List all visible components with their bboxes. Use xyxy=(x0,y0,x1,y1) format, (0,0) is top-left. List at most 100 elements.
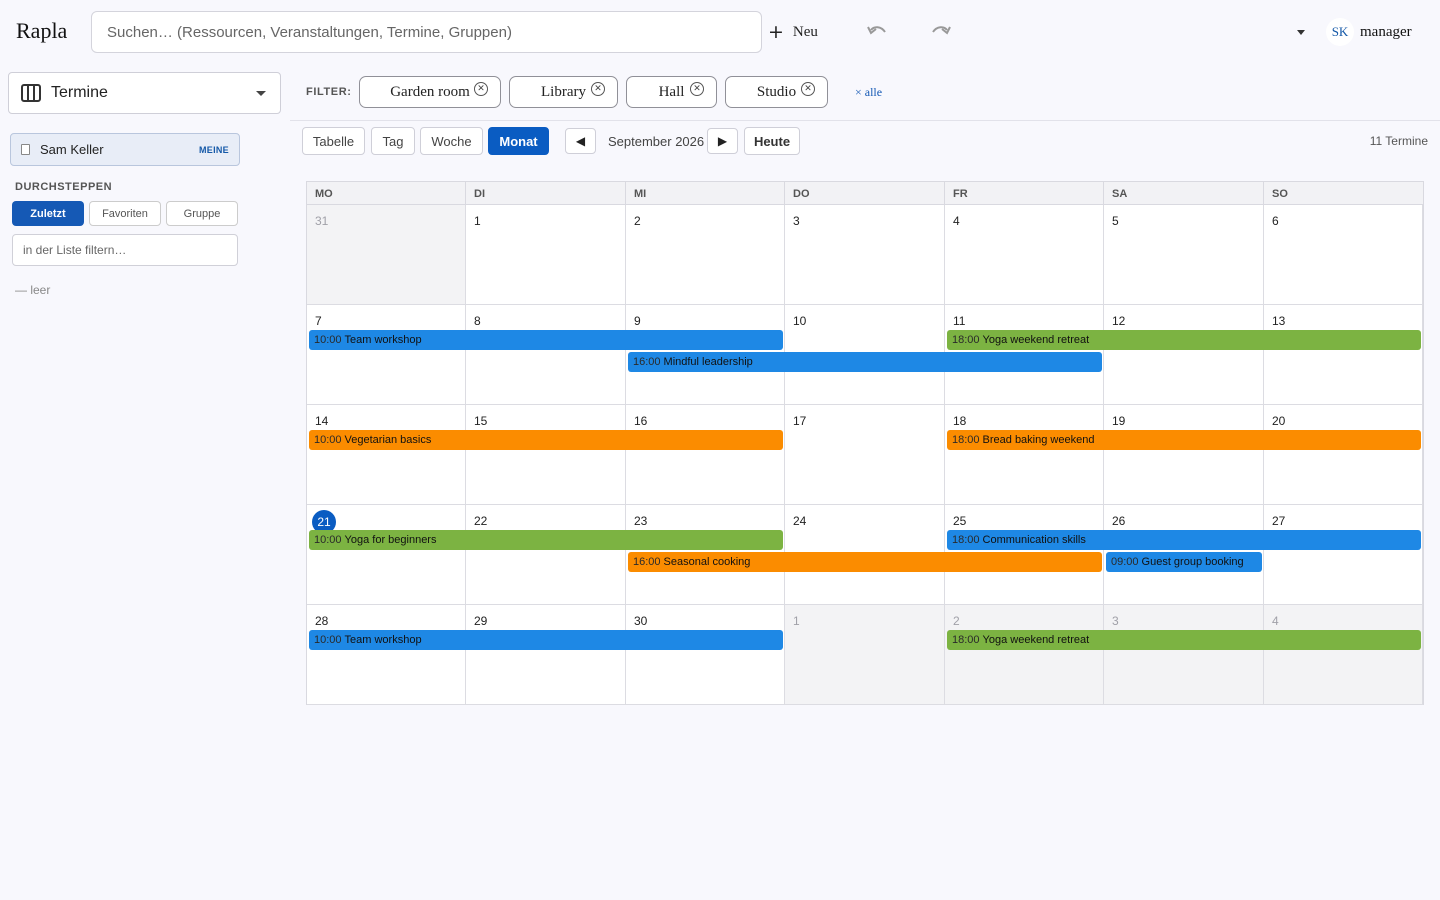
list-filter-input[interactable] xyxy=(12,234,238,266)
view-month-button[interactable]: Monat xyxy=(488,127,549,155)
segment-group[interactable]: Gruppe xyxy=(166,201,238,226)
weekday-header: MO xyxy=(307,182,466,205)
close-icon[interactable]: ✕ xyxy=(801,82,815,96)
day-cell[interactable]: 6 xyxy=(1264,205,1423,305)
redo-button[interactable] xyxy=(928,20,954,44)
event-bar[interactable]: 16:00 Seasonal cooking xyxy=(628,552,1102,572)
day-cell[interactable]: 28 xyxy=(307,605,466,705)
event-bar[interactable]: 18:00 Communication skills xyxy=(947,530,1421,550)
day-number: 2 xyxy=(634,214,641,228)
day-number: 30 xyxy=(634,614,648,628)
day-cell[interactable]: 4 xyxy=(1264,605,1423,705)
event-title: Mindful leadership xyxy=(663,356,753,368)
day-number: 1 xyxy=(474,214,481,228)
filter-chip-garden-room[interactable]: Garden room ✕ xyxy=(359,76,501,108)
view-day-button[interactable]: Tag xyxy=(371,127,415,155)
filter-chip-library[interactable]: Library ✕ xyxy=(509,76,618,108)
weekday-header: SO xyxy=(1264,182,1423,205)
close-icon[interactable]: ✕ xyxy=(690,82,704,96)
today-button[interactable]: Heute xyxy=(744,127,800,155)
day-cell[interactable]: 15 xyxy=(466,405,626,505)
day-number: 25 xyxy=(953,514,967,528)
prev-period-button[interactable]: ◀ xyxy=(565,128,596,154)
day-number: 9 xyxy=(634,314,641,328)
day-cell[interactable]: 16 xyxy=(626,405,785,505)
segment-favorites[interactable]: Favoriten xyxy=(89,201,161,226)
day-number: 31 xyxy=(315,214,329,228)
day-number: 14 xyxy=(315,414,329,428)
menu-caret-button[interactable] xyxy=(1293,24,1309,40)
event-title: Yoga weekend retreat xyxy=(982,634,1090,646)
day-cell[interactable]: 8 xyxy=(466,305,626,405)
event-bar[interactable]: 10:00 Vegetarian basics xyxy=(309,430,783,450)
filter-chip-hall[interactable]: Hall ✕ xyxy=(626,76,717,108)
event-bar[interactable]: 10:00 Team workshop xyxy=(309,330,783,350)
day-cell[interactable]: 5 xyxy=(1104,205,1264,305)
day-cell[interactable]: 1 xyxy=(785,605,945,705)
day-number: 12 xyxy=(1112,314,1126,328)
day-cell[interactable]: 7 xyxy=(307,305,466,405)
event-bar[interactable]: 10:00 Yoga for beginners xyxy=(309,530,783,550)
owner-filter-chip[interactable]: Sam Keller MEINE xyxy=(10,133,240,166)
day-cell[interactable]: 12 xyxy=(1104,305,1264,405)
close-icon[interactable]: ✕ xyxy=(591,82,605,96)
event-bar[interactable]: 16:00 Mindful leadership xyxy=(628,352,1102,372)
day-number: 18 xyxy=(953,414,967,428)
undo-button[interactable] xyxy=(864,20,890,44)
event-title: Guest group booking xyxy=(1141,556,1244,568)
day-cell[interactable]: 31 xyxy=(307,205,466,305)
event-bar[interactable]: 09:00 Guest group booking xyxy=(1106,552,1262,572)
section-title: DURCHSTEPPEN xyxy=(15,181,113,193)
day-cell[interactable]: 29 xyxy=(466,605,626,705)
day-cell[interactable]: 3 xyxy=(785,205,945,305)
day-cell[interactable]: 2 xyxy=(945,605,1104,705)
day-cell[interactable]: 30 xyxy=(626,605,785,705)
columns-icon xyxy=(21,84,41,102)
event-bar[interactable]: 18:00 Yoga weekend retreat xyxy=(947,330,1421,350)
new-button[interactable]: + Neu xyxy=(768,20,818,44)
clear-all-filters-link[interactable]: × alle xyxy=(855,85,882,100)
day-cell[interactable]: 22 xyxy=(466,505,626,605)
view-table-button[interactable]: Tabelle xyxy=(302,127,365,155)
new-button-label: Neu xyxy=(792,23,818,40)
filter-chip-studio[interactable]: Studio ✕ xyxy=(725,76,828,108)
day-cell[interactable]: 13 xyxy=(1264,305,1423,405)
event-time: 10:00 xyxy=(314,334,342,346)
day-number: 6 xyxy=(1272,214,1279,228)
view-type-select[interactable]: Termine xyxy=(8,72,281,114)
day-cell[interactable]: 19 xyxy=(1104,405,1264,505)
event-bar[interactable]: 10:00 Team workshop xyxy=(309,630,783,650)
day-cell[interactable]: 20 xyxy=(1264,405,1423,505)
day-number: 1 xyxy=(793,614,800,628)
day-number: 10 xyxy=(793,314,807,328)
filter-chip-label: Hall xyxy=(658,83,685,100)
event-time: 10:00 xyxy=(314,434,342,446)
global-search-input[interactable] xyxy=(91,11,762,53)
day-cell[interactable]: 17 xyxy=(785,405,945,505)
view-week-button[interactable]: Woche xyxy=(420,127,483,155)
weekday-header: MI xyxy=(626,182,785,205)
segment-recent[interactable]: Zuletzt xyxy=(12,201,84,226)
appointment-count: 11 Termine xyxy=(1369,134,1428,148)
day-cell[interactable]: 18 xyxy=(945,405,1104,505)
day-cell[interactable]: 4 xyxy=(945,205,1104,305)
day-cell[interactable]: 14 xyxy=(307,405,466,505)
day-number: 8 xyxy=(474,314,481,328)
event-time: 16:00 xyxy=(633,556,661,568)
day-cell[interactable]: 27 xyxy=(1264,505,1423,605)
weekday-header: DO xyxy=(785,182,945,205)
day-cell[interactable]: 1 xyxy=(466,205,626,305)
undo-icon xyxy=(867,26,886,35)
event-time: 16:00 xyxy=(633,356,661,368)
event-bar[interactable]: 18:00 Yoga weekend retreat xyxy=(947,630,1421,650)
next-period-button[interactable]: ▶ xyxy=(707,128,738,154)
close-icon[interactable]: ✕ xyxy=(474,82,488,96)
day-number: 11 xyxy=(953,314,966,328)
day-cell[interactable]: 3 xyxy=(1104,605,1264,705)
day-number: 2 xyxy=(953,614,960,628)
event-title: Team workshop xyxy=(344,334,422,346)
day-cell[interactable]: 21 xyxy=(307,505,466,605)
user-menu[interactable]: SK manager xyxy=(1326,18,1412,46)
event-bar[interactable]: 18:00 Bread baking weekend xyxy=(947,430,1421,450)
day-cell[interactable]: 2 xyxy=(626,205,785,305)
